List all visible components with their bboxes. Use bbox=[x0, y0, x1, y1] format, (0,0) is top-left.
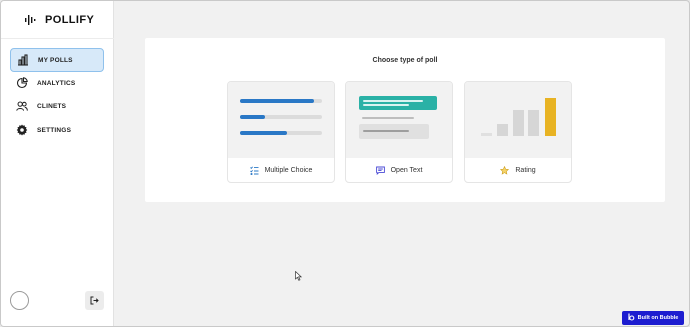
option-label: Open Text bbox=[390, 166, 423, 174]
divider bbox=[1, 38, 114, 39]
app-window: POLLIFY MY POLLS ANALYTICS CLINETS SETTI… bbox=[0, 0, 690, 327]
sidebar-item-my-polls[interactable]: MY POLLS bbox=[10, 48, 104, 72]
star-icon bbox=[500, 165, 510, 175]
brand[interactable]: POLLIFY bbox=[25, 11, 94, 29]
preview-bar-fill bbox=[240, 115, 265, 119]
option-footer: Multiple Choice bbox=[228, 158, 334, 182]
option-footer: Open Text bbox=[346, 158, 452, 182]
preview-input bbox=[359, 124, 429, 139]
card-title: Choose type of poll bbox=[372, 57, 438, 64]
preview-bar-fill bbox=[240, 99, 314, 103]
preview-bar-highlight bbox=[545, 98, 556, 136]
logout-icon bbox=[90, 292, 99, 310]
option-label: Multiple Choice bbox=[264, 166, 313, 174]
option-multiple-choice[interactable]: Multiple Choice bbox=[227, 81, 335, 183]
built-on-bubble-badge[interactable]: Built on Bubble bbox=[622, 311, 684, 325]
option-rating[interactable]: Rating bbox=[464, 81, 572, 183]
bar-chart-icon bbox=[17, 54, 29, 66]
option-label: Rating bbox=[515, 166, 536, 174]
brand-name: POLLIFY bbox=[45, 14, 95, 26]
preview-line bbox=[363, 100, 423, 102]
poll-type-card: Choose type of poll Multiple Choice Open… bbox=[145, 38, 665, 202]
logout-button[interactable] bbox=[85, 291, 104, 310]
preview-bar bbox=[497, 124, 508, 136]
preview-line bbox=[363, 130, 409, 132]
avatar[interactable] bbox=[10, 291, 29, 310]
preview-bar bbox=[481, 133, 492, 136]
sidebar: POLLIFY MY POLLS ANALYTICS CLINETS SETTI… bbox=[1, 1, 114, 326]
preview-line bbox=[362, 117, 414, 119]
preview-bar bbox=[240, 99, 322, 103]
sidebar-item-label: MY POLLS bbox=[38, 56, 73, 64]
mouse-cursor-icon bbox=[295, 268, 303, 281]
preview-header bbox=[359, 96, 437, 110]
preview-bar-fill bbox=[240, 131, 287, 135]
sidebar-item-analytics[interactable]: ANALYTICS bbox=[10, 71, 104, 95]
preview-bar bbox=[513, 110, 524, 136]
option-footer: Rating bbox=[465, 158, 571, 182]
preview-line bbox=[363, 104, 409, 106]
option-open-text[interactable]: Open Text bbox=[345, 81, 453, 183]
message-icon bbox=[375, 166, 385, 175]
preview-bar bbox=[528, 110, 539, 136]
gear-icon bbox=[16, 124, 28, 136]
sidebar-item-settings[interactable]: SETTINGS bbox=[10, 118, 104, 142]
preview-bar bbox=[240, 115, 322, 119]
list-check-icon bbox=[249, 166, 259, 175]
pie-chart-icon bbox=[16, 77, 28, 89]
bubble-logo-icon bbox=[628, 313, 635, 323]
badge-label: Built on Bubble bbox=[637, 315, 679, 321]
sidebar-item-clinets[interactable]: CLINETS bbox=[10, 94, 104, 118]
sidebar-item-label: ANALYTICS bbox=[37, 79, 76, 87]
rating-preview bbox=[465, 82, 571, 158]
multiple-choice-preview bbox=[228, 82, 334, 158]
preview-bar bbox=[240, 131, 322, 135]
sidebar-item-label: SETTINGS bbox=[37, 126, 72, 134]
soundwave-icon bbox=[25, 13, 36, 27]
users-icon bbox=[16, 100, 28, 112]
sidebar-item-label: CLINETS bbox=[37, 102, 67, 110]
open-text-preview bbox=[346, 82, 452, 158]
